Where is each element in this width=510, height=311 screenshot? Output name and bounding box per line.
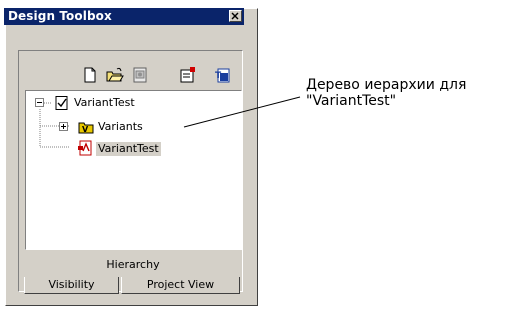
callout-leader-line xyxy=(183,96,301,128)
annotation-line-2: "VariantTest" xyxy=(306,93,397,109)
annotation-callout: Дерево иерархии для "VariantTest" xyxy=(306,77,466,109)
annotation-line-1: Дерево иерархии для xyxy=(306,77,467,93)
